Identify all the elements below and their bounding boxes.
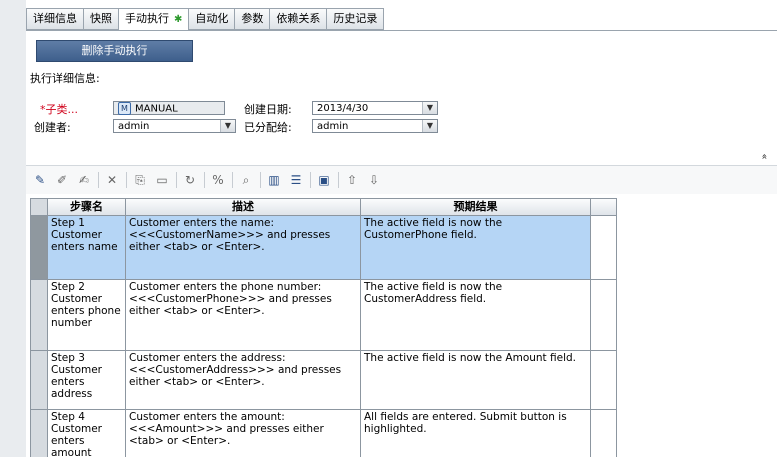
- manual-type-icon: M: [118, 102, 131, 115]
- edit-icon[interactable]: ✐: [54, 172, 70, 188]
- tab-parameters[interactable]: 参数: [235, 8, 271, 30]
- toolbar-separator: [232, 172, 233, 188]
- chevron-down-icon[interactable]: ▼: [422, 120, 437, 132]
- expected-result-cell[interactable]: The active field is now the Amount field…: [361, 351, 591, 409]
- tab-automation[interactable]: 自动化: [189, 8, 236, 30]
- created-date-label: 创建日期:: [244, 103, 292, 116]
- expected-result-cell[interactable]: The active field is now the CustomerAddr…: [361, 280, 591, 350]
- column-header-expected-result[interactable]: 预期结果: [361, 199, 591, 215]
- step-name-cell[interactable]: Step 2 Customer enters phone number: [48, 280, 126, 350]
- move-down-icon[interactable]: ⇩: [366, 172, 382, 188]
- step-name-cell[interactable]: Step 1 Customer enters name: [48, 216, 126, 279]
- creator-label: 创建者:: [34, 121, 71, 134]
- tab-label: 快照: [90, 12, 112, 25]
- row-selector[interactable]: [31, 216, 48, 279]
- tab-snapshot[interactable]: 快照: [84, 8, 119, 30]
- table-row[interactable]: Step 3 Customer enters address Customer …: [31, 351, 616, 410]
- modified-indicator-icon: ✱: [174, 14, 183, 25]
- description-cell[interactable]: Customer enters the address: <<<Customer…: [126, 351, 361, 409]
- step-name-cell[interactable]: Step 4 Customer enters amount: [48, 410, 126, 457]
- subtype-label-text: 子类...: [45, 103, 79, 116]
- tab-label: 依赖关系: [276, 12, 321, 25]
- description-cell[interactable]: Customer enters the amount: <<<Amount>>>…: [126, 410, 361, 457]
- table-row[interactable]: Step 4 Customer enters amount Customer e…: [31, 410, 616, 457]
- chevron-down-icon[interactable]: ▼: [220, 120, 235, 132]
- toolbar-separator: [338, 172, 339, 188]
- column-header-step-name[interactable]: 步骤名: [48, 199, 126, 215]
- empty-cell: [591, 280, 616, 350]
- select-columns-icon[interactable]: ▥: [266, 172, 282, 188]
- copy-icon[interactable]: ⎘: [132, 172, 148, 188]
- tab-label: 自动化: [195, 12, 229, 25]
- table-row[interactable]: Step 2 Customer enters phone number Cust…: [31, 280, 616, 351]
- move-up-icon[interactable]: ⇧: [344, 172, 360, 188]
- renumber-icon[interactable]: ✍: [76, 172, 92, 188]
- delete-icon[interactable]: ✕: [104, 172, 120, 188]
- empty-cell: [591, 351, 616, 409]
- new-step-icon[interactable]: ✎: [32, 172, 48, 188]
- toolbar-separator: [204, 172, 205, 188]
- created-date-field[interactable]: 2013/4/30 ▼: [312, 101, 438, 115]
- design-steps-grid: 步骤名 描述 预期结果 Step 1 Customer enters name …: [30, 198, 617, 457]
- subtype-label: *子类...: [40, 101, 78, 117]
- row-selector[interactable]: [31, 351, 48, 409]
- toolbar-separator: [98, 172, 99, 188]
- parameter-icon[interactable]: %: [210, 172, 226, 188]
- toolbar-separator: [126, 172, 127, 188]
- tab-label: 历史记录: [333, 12, 378, 25]
- steps-toolbar: ✎ ✐ ✍ ✕ ⎘ ▭ ↻ % ⌕ ▥ ☰ ▣ ⇧ ⇩: [26, 165, 777, 194]
- toolbar-separator: [260, 172, 261, 188]
- tab-dependencies[interactable]: 依赖关系: [270, 8, 328, 30]
- expected-result-cell[interactable]: All fields are entered. Submit button is…: [361, 410, 591, 457]
- row-selector-header: [31, 199, 48, 215]
- column-header-description[interactable]: 描述: [126, 199, 361, 215]
- delete-manual-run-button[interactable]: 删除手动执行: [36, 40, 193, 62]
- assigned-label: 已分配给:: [244, 121, 292, 134]
- tab-label: 手动执行: [125, 12, 169, 25]
- manual-run-panel: 详细信息 快照 手动执行 ✱ 自动化 参数 依赖关系 历史记录 删除手动执行 执行…: [26, 0, 777, 457]
- description-cell[interactable]: Customer enters the phone number: <<<Cus…: [126, 280, 361, 350]
- step-name-cell[interactable]: Step 3 Customer enters address: [48, 351, 126, 409]
- assigned-value: admin: [317, 121, 349, 132]
- tab-manual-run[interactable]: 手动执行 ✱: [119, 8, 190, 31]
- collapse-glyph: «: [758, 153, 770, 160]
- assigned-to-field[interactable]: admin ▼: [312, 119, 438, 133]
- creator-value: admin: [118, 121, 150, 132]
- call-test-icon[interactable]: ↻: [182, 172, 198, 188]
- chevron-down-icon[interactable]: ▼: [422, 102, 437, 114]
- empty-cell: [591, 410, 616, 457]
- toolbar-separator: [310, 172, 311, 188]
- find-icon[interactable]: ⌕: [238, 172, 254, 188]
- table-header-row: 步骤名 描述 预期结果: [31, 199, 616, 216]
- tab-label: 详细信息: [33, 12, 77, 25]
- section-title: 执行详细信息:: [30, 72, 100, 85]
- empty-column-header: [591, 199, 616, 215]
- tab-divider: [26, 30, 777, 31]
- subtype-value: MANUAL: [135, 103, 178, 115]
- row-selector[interactable]: [31, 410, 48, 457]
- toolbar-separator: [176, 172, 177, 188]
- expected-result-cell[interactable]: The active field is now the CustomerPhon…: [361, 216, 591, 279]
- tab-bar: 详细信息 快照 手动执行 ✱ 自动化 参数 依赖关系 历史记录: [26, 8, 385, 31]
- tab-history[interactable]: 历史记录: [327, 8, 385, 30]
- paste-icon[interactable]: ▭: [154, 172, 170, 188]
- table-row[interactable]: Step 1 Customer enters name Customer ent…: [31, 216, 616, 280]
- subtype-field: M MANUAL: [113, 101, 225, 115]
- empty-cell: [591, 216, 616, 279]
- tab-details[interactable]: 详细信息: [26, 8, 84, 30]
- description-cell[interactable]: Customer enters the name: <<<CustomerNam…: [126, 216, 361, 279]
- tab-label: 参数: [241, 12, 264, 25]
- collapse-icon[interactable]: «: [758, 151, 770, 162]
- grid-filter-icon[interactable]: ☰: [288, 172, 304, 188]
- creator-field[interactable]: admin ▼: [113, 119, 236, 133]
- created-date-value: 2013/4/30: [317, 103, 369, 114]
- row-selector[interactable]: [31, 280, 48, 350]
- save-icon[interactable]: ▣: [316, 172, 332, 188]
